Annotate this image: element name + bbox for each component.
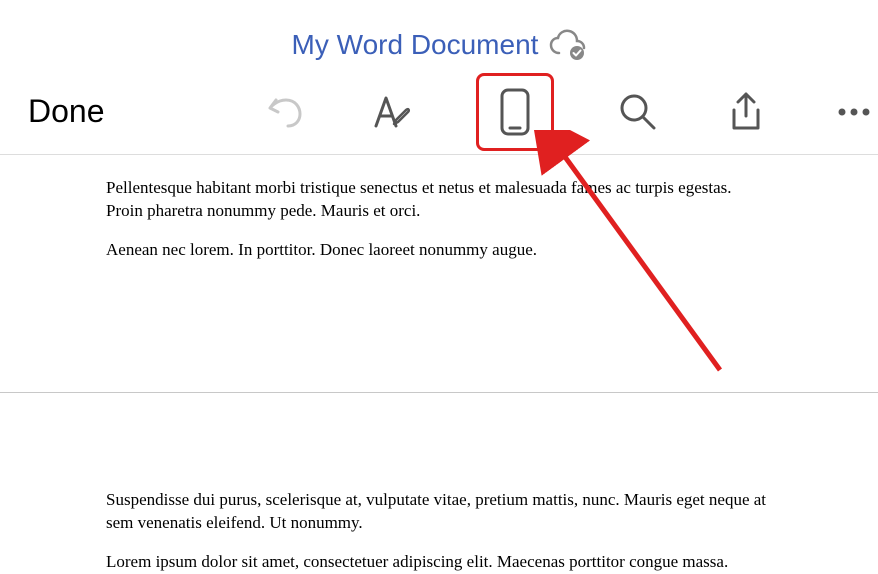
header: My Word Document Done: [0, 0, 878, 155]
title-row: My Word Document: [0, 0, 878, 70]
undo-icon: [262, 90, 306, 134]
paragraph: Pellentesque habitant morbi tristique se…: [106, 177, 772, 223]
more-button[interactable]: [830, 88, 878, 136]
document-content[interactable]: Pellentesque habitant morbi tristique se…: [0, 155, 878, 574]
toolbar: Done: [0, 70, 878, 154]
paragraph: Aenean nec lorem. In porttitor. Donec la…: [106, 239, 772, 262]
more-icon: [832, 90, 876, 134]
mobile-view-button[interactable]: [476, 73, 554, 151]
paragraph: Lorem ipsum dolor sit amet, consectetuer…: [106, 551, 772, 574]
done-button[interactable]: Done: [28, 93, 105, 130]
toolbar-icons: [260, 73, 878, 151]
document-title: My Word Document: [292, 29, 539, 61]
undo-button[interactable]: [260, 88, 308, 136]
share-icon: [724, 90, 768, 134]
mobile-icon: [496, 86, 534, 138]
share-button[interactable]: [722, 88, 770, 136]
paragraph: Suspendisse dui purus, scelerisque at, v…: [106, 489, 772, 535]
page-break: [0, 392, 878, 393]
cloud-sync-icon: [548, 29, 586, 61]
search-button[interactable]: [614, 88, 662, 136]
format-button[interactable]: [368, 88, 416, 136]
format-pen-icon: [370, 90, 414, 134]
search-icon: [616, 90, 660, 134]
